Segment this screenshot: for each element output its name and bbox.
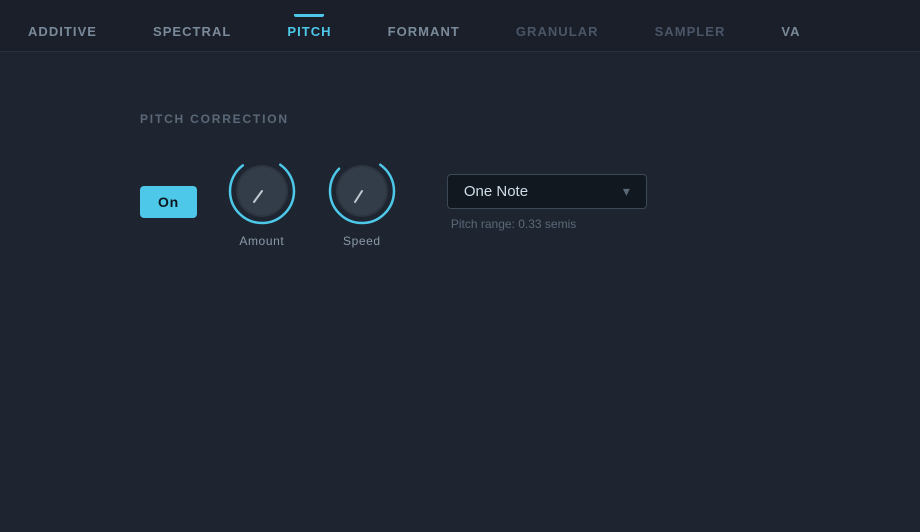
note-dropdown-value: One Note — [464, 183, 607, 200]
main-content: PITCH CORRECTION On Amount — [0, 52, 920, 308]
chevron-down-icon: ▾ — [623, 183, 630, 200]
tab-formant[interactable]: FORMANT — [360, 14, 488, 51]
note-dropdown[interactable]: One Note ▾ — [447, 174, 647, 209]
amount-knob[interactable] — [227, 156, 297, 226]
right-controls: One Note ▾ Pitch range: 0.33 semis — [447, 174, 647, 231]
amount-label: Amount — [239, 234, 284, 248]
on-button[interactable]: On — [140, 186, 197, 218]
controls-row: On Amount — [140, 156, 780, 248]
tab-bar: ADDITIVE SPECTRAL PITCH FORMANT GRANULAR… — [0, 0, 920, 52]
section-title: PITCH CORRECTION — [140, 112, 780, 126]
tab-pitch[interactable]: PITCH — [259, 14, 359, 51]
tab-sampler[interactable]: SAMPLER — [627, 14, 754, 51]
speed-label: Speed — [343, 234, 381, 248]
amount-knob-container: Amount — [227, 156, 297, 248]
tab-additive[interactable]: ADDITIVE — [0, 14, 125, 51]
pitch-range-text: Pitch range: 0.33 semis — [447, 217, 647, 231]
tab-granular[interactable]: GRANULAR — [488, 14, 627, 51]
tab-spectral[interactable]: SPECTRAL — [125, 14, 259, 51]
tab-va[interactable]: VA — [753, 14, 828, 51]
speed-knob-container: Speed — [327, 156, 397, 248]
speed-knob[interactable] — [327, 156, 397, 226]
